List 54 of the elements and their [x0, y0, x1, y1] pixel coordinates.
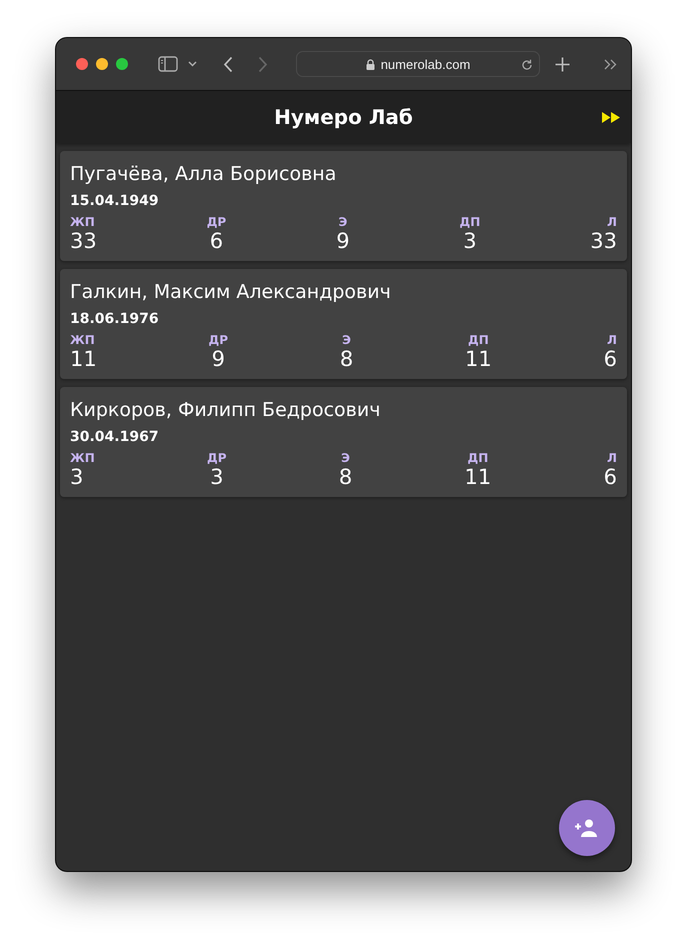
close-window-button[interactable] [76, 58, 88, 70]
person-card[interactable]: Галкин, Максим Александрович 18.06.1976 ЖП 11 ДР 9 Э 8 ДП 11 Л 6 [60, 269, 627, 379]
birth-date: 18.06.1976 [70, 311, 159, 327]
birth-date: 30.04.1967 [70, 429, 159, 445]
stat-value: 33 [590, 229, 617, 253]
stat-value: 11 [465, 347, 492, 371]
stat-value: 11 [464, 465, 492, 489]
stat-label: ДП [468, 451, 488, 465]
stat-value: 3 [210, 465, 224, 489]
stat-label: Л [606, 333, 617, 347]
back-icon[interactable] [223, 56, 233, 72]
stat-value: 6 [604, 465, 617, 489]
stat-value: 3 [70, 465, 84, 489]
person-card[interactable]: Киркоров, Филипп Бедросович 30.04.1967 ЖП 3 ДР 3 Э 8 ДП 11 Л 6 [60, 387, 627, 497]
add-person-icon [575, 819, 599, 837]
stat-value: 9 [212, 347, 225, 371]
stat-label: Э [342, 333, 351, 347]
address-bar[interactable]: numerolab.com [296, 51, 540, 77]
stat-value: 3 [463, 229, 477, 253]
lock-icon [366, 58, 375, 70]
reload-icon[interactable] [521, 59, 533, 71]
stat-value: 6 [210, 229, 224, 253]
url-text: numerolab.com [380, 56, 470, 72]
person-name: Галкин, Максим Александрович [70, 280, 391, 305]
stat-label: ДП [468, 333, 489, 347]
stat-value: 9 [336, 229, 350, 253]
person-name: Киркоров, Филипп Бедросович [70, 398, 380, 423]
stat-value: 6 [604, 347, 617, 371]
app-title: Нумеро Лаб [274, 105, 413, 129]
new-tab-icon[interactable] [555, 56, 570, 72]
stat-label: Л [607, 215, 617, 229]
stat-label: Э [338, 215, 348, 229]
minimize-window-button[interactable] [96, 58, 108, 70]
fast-forward-icon[interactable] [602, 112, 620, 123]
stat-label: ЖП [70, 451, 95, 465]
stat-value: 8 [338, 465, 352, 489]
stat-label: Л [606, 451, 617, 465]
chevron-down-icon[interactable] [188, 61, 197, 67]
stat-label: ДР [207, 451, 227, 465]
stat-label: ДП [460, 215, 480, 229]
stat-value: 11 [70, 347, 97, 371]
stat-label: ДР [208, 333, 228, 347]
person-card[interactable]: Пугачёва, Алла Борисовна 15.04.1949 ЖП 33 ДР 6 Э 9 ДП 3 Л 33 [60, 151, 627, 261]
stat-value: 8 [340, 347, 354, 371]
stat-label: ДР [206, 215, 226, 229]
zoom-window-button[interactable] [116, 58, 128, 70]
sidebar-icon[interactable] [158, 56, 178, 72]
stat-label: ЖП [70, 215, 95, 229]
stat-value: 33 [70, 229, 97, 253]
stat-label: ЖП [70, 333, 95, 347]
birth-date: 15.04.1949 [70, 193, 159, 209]
stat-label: Э [341, 451, 350, 465]
person-name: Пугачёва, Алла Борисовна [70, 162, 336, 187]
double-chevron-icon[interactable] [604, 58, 617, 70]
